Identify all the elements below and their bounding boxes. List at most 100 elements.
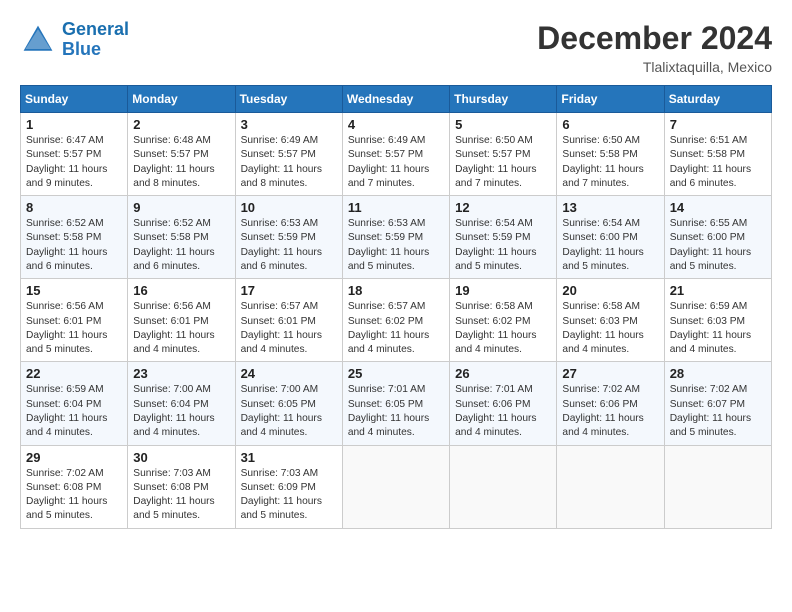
day-info: Sunrise: 6:58 AMSunset: 6:03 PMDaylight:… (562, 300, 658, 357)
calendar-cell: 31 Sunrise: 7:03 AMSunset: 6:09 PMDayligh… (235, 445, 342, 528)
day-info: Sunrise: 7:02 AMSunset: 6:08 PMDaylight:… (26, 467, 122, 524)
day-info: Sunrise: 6:52 AMSunset: 5:58 PMDaylight:… (26, 217, 122, 274)
day-info: Sunrise: 6:56 AMSunset: 6:01 PMDaylight:… (26, 300, 122, 357)
calendar-cell: 26 Sunrise: 7:01 AMSunset: 6:06 PMDayligh… (450, 362, 557, 445)
weekday-header-sunday: Sunday (21, 86, 128, 113)
day-info: Sunrise: 6:53 AMSunset: 5:59 PMDaylight:… (348, 217, 444, 274)
calendar-cell: 1Sunrise: 6:47 AMSunset: 5:57 PMDaylight… (21, 113, 128, 196)
day-number: 29 (26, 450, 122, 465)
calendar-cell: 25 Sunrise: 7:01 AMSunset: 6:05 PMDayligh… (342, 362, 449, 445)
day-number: 22 (26, 366, 122, 381)
calendar-cell: 14Sunrise: 6:55 AMSunset: 6:00 PMDayligh… (664, 196, 771, 279)
day-number: 27 (562, 366, 658, 381)
day-info: Sunrise: 7:00 AMSunset: 6:05 PMDaylight:… (241, 383, 337, 440)
day-info: Sunrise: 6:51 AMSunset: 5:58 PMDaylight:… (670, 134, 766, 191)
day-number: 4 (348, 117, 444, 132)
day-info: Sunrise: 6:55 AMSunset: 6:00 PMDaylight:… (670, 217, 766, 274)
day-number: 16 (133, 283, 229, 298)
calendar-cell: 3 Sunrise: 6:49 AMSunset: 5:57 PMDaylight… (235, 113, 342, 196)
day-number: 11 (348, 200, 444, 215)
calendar-cell: 22 Sunrise: 6:59 AMSunset: 6:04 PMDayligh… (21, 362, 128, 445)
weekday-header-saturday: Saturday (664, 86, 771, 113)
calendar-cell: 19Sunrise: 6:58 AMSunset: 6:02 PMDayligh… (450, 279, 557, 362)
title-block: December 2024 Tlalixtaquilla, Mexico (537, 20, 772, 75)
day-info: Sunrise: 6:59 AMSunset: 6:04 PMDaylight:… (26, 383, 122, 440)
calendar-cell: 20 Sunrise: 6:58 AMSunset: 6:03 PMDayligh… (557, 279, 664, 362)
day-info: Sunrise: 6:53 AMSunset: 5:59 PMDaylight:… (241, 217, 337, 274)
day-info: Sunrise: 6:58 AMSunset: 6:02 PMDaylight:… (455, 300, 551, 357)
calendar-cell: 9 Sunrise: 6:52 AMSunset: 5:58 PMDaylight… (128, 196, 235, 279)
day-number: 28 (670, 366, 766, 381)
page-header: General Blue December 2024 Tlalixtaquill… (20, 20, 772, 75)
calendar-cell: 30 Sunrise: 7:03 AMSunset: 6:08 PMDayligh… (128, 445, 235, 528)
weekday-header-thursday: Thursday (450, 86, 557, 113)
logo-icon (20, 22, 56, 58)
day-number: 25 (348, 366, 444, 381)
weekday-header-wednesday: Wednesday (342, 86, 449, 113)
calendar-cell: 6 Sunrise: 6:50 AMSunset: 5:58 PMDaylight… (557, 113, 664, 196)
day-number: 12 (455, 200, 551, 215)
calendar-cell (342, 445, 449, 528)
calendar-cell: 17 Sunrise: 6:57 AMSunset: 6:01 PMDayligh… (235, 279, 342, 362)
day-number: 30 (133, 450, 229, 465)
day-info: Sunrise: 6:49 AMSunset: 5:57 PMDaylight:… (241, 134, 337, 191)
day-info: Sunrise: 6:57 AMSunset: 6:01 PMDaylight:… (241, 300, 337, 357)
day-info: Sunrise: 6:50 AMSunset: 5:57 PMDaylight:… (455, 134, 551, 191)
day-info: Sunrise: 6:59 AMSunset: 6:03 PMDaylight:… (670, 300, 766, 357)
calendar-cell: 7 Sunrise: 6:51 AMSunset: 5:58 PMDaylight… (664, 113, 771, 196)
day-number: 13 (562, 200, 658, 215)
day-number: 23 (133, 366, 229, 381)
calendar-table: SundayMondayTuesdayWednesdayThursdayFrid… (20, 85, 772, 529)
day-info: Sunrise: 7:02 AMSunset: 6:07 PMDaylight:… (670, 383, 766, 440)
day-number: 8 (26, 200, 122, 215)
month-year: December 2024 (537, 20, 772, 57)
day-number: 17 (241, 283, 337, 298)
location: Tlalixtaquilla, Mexico (537, 59, 772, 75)
calendar-cell: 11 Sunrise: 6:53 AMSunset: 5:59 PMDayligh… (342, 196, 449, 279)
weekday-header-tuesday: Tuesday (235, 86, 342, 113)
day-info: Sunrise: 7:01 AMSunset: 6:06 PMDaylight:… (455, 383, 551, 440)
day-number: 26 (455, 366, 551, 381)
calendar-cell (450, 445, 557, 528)
calendar-cell: 4 Sunrise: 6:49 AMSunset: 5:57 PMDaylight… (342, 113, 449, 196)
calendar-cell: 23 Sunrise: 7:00 AMSunset: 6:04 PMDayligh… (128, 362, 235, 445)
day-number: 6 (562, 117, 658, 132)
calendar-cell: 12Sunrise: 6:54 AMSunset: 5:59 PMDayligh… (450, 196, 557, 279)
calendar-cell: 8 Sunrise: 6:52 AMSunset: 5:58 PMDaylight… (21, 196, 128, 279)
weekday-header-friday: Friday (557, 86, 664, 113)
calendar-cell: 24Sunrise: 7:00 AMSunset: 6:05 PMDayligh… (235, 362, 342, 445)
day-number: 3 (241, 117, 337, 132)
calendar-cell (664, 445, 771, 528)
logo: General Blue (20, 20, 129, 60)
calendar-cell: 28 Sunrise: 7:02 AMSunset: 6:07 PMDayligh… (664, 362, 771, 445)
day-number: 31 (241, 450, 337, 465)
day-number: 5 (455, 117, 551, 132)
day-info: Sunrise: 6:48 AMSunset: 5:57 PMDaylight:… (133, 134, 229, 191)
calendar-cell: 16 Sunrise: 6:56 AMSunset: 6:01 PMDayligh… (128, 279, 235, 362)
day-info: Sunrise: 6:49 AMSunset: 5:57 PMDaylight:… (348, 134, 444, 191)
day-number: 18 (348, 283, 444, 298)
day-number: 7 (670, 117, 766, 132)
day-number: 2 (133, 117, 229, 132)
day-info: Sunrise: 7:03 AMSunset: 6:09 PMDaylight:… (241, 467, 337, 524)
day-number: 20 (562, 283, 658, 298)
day-info: Sunrise: 6:54 AMSunset: 6:00 PMDaylight:… (562, 217, 658, 274)
weekday-header-monday: Monday (128, 86, 235, 113)
calendar-cell (557, 445, 664, 528)
calendar-cell: 18 Sunrise: 6:57 AMSunset: 6:02 PMDayligh… (342, 279, 449, 362)
logo-text: General Blue (62, 20, 129, 60)
day-info: Sunrise: 7:03 AMSunset: 6:08 PMDaylight:… (133, 467, 229, 524)
calendar-cell: 29 Sunrise: 7:02 AMSunset: 6:08 PMDayligh… (21, 445, 128, 528)
day-info: Sunrise: 7:01 AMSunset: 6:05 PMDaylight:… (348, 383, 444, 440)
day-info: Sunrise: 6:47 AMSunset: 5:57 PMDaylight:… (26, 134, 122, 191)
calendar-cell: 13 Sunrise: 6:54 AMSunset: 6:00 PMDayligh… (557, 196, 664, 279)
day-info: Sunrise: 6:52 AMSunset: 5:58 PMDaylight:… (133, 217, 229, 274)
day-info: Sunrise: 6:56 AMSunset: 6:01 PMDaylight:… (133, 300, 229, 357)
day-number: 21 (670, 283, 766, 298)
day-info: Sunrise: 6:50 AMSunset: 5:58 PMDaylight:… (562, 134, 658, 191)
day-info: Sunrise: 7:00 AMSunset: 6:04 PMDaylight:… (133, 383, 229, 440)
day-number: 9 (133, 200, 229, 215)
day-info: Sunrise: 6:57 AMSunset: 6:02 PMDaylight:… (348, 300, 444, 357)
day-number: 15 (26, 283, 122, 298)
calendar-cell: 27Sunrise: 7:02 AMSunset: 6:06 PMDayligh… (557, 362, 664, 445)
